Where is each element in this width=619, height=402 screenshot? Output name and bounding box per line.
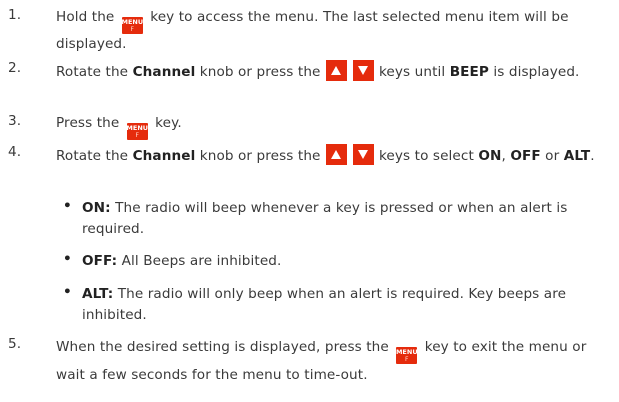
- up-arrow-key-icon: [325, 60, 347, 81]
- up-arrow-key-icon: [325, 144, 347, 165]
- bullet-off-text: OFF: All Beeps are inhibited.: [82, 253, 282, 269]
- step-number: 4.: [8, 144, 22, 160]
- bullet-alt-text: ALT: The radio will only beep when an al…: [82, 286, 567, 323]
- menu-key-icon: MENU F: [395, 347, 418, 365]
- down-arrow-key-icon: [352, 60, 374, 81]
- step-number: 5.: [8, 336, 22, 352]
- bullet-icon: •: [63, 198, 72, 214]
- step-number: 1.: [8, 7, 22, 23]
- bullet-icon: •: [63, 251, 72, 267]
- bullet-on-text: ON: The radio will beep whenever a key i…: [82, 200, 568, 237]
- bullet-icon: •: [63, 284, 72, 300]
- step-4-text: Rotate the Channel knob or press the key…: [56, 144, 611, 167]
- step-5-text: When the desired setting is displayed, p…: [56, 339, 587, 384]
- step-2-text: Rotate the Channel knob or press the key…: [56, 60, 611, 83]
- instruction-page: 1. Hold the MENU F key to access the menu…: [0, 0, 619, 402]
- step-number: 2.: [8, 60, 22, 76]
- menu-key-icon: MENU F: [121, 17, 144, 35]
- menu-key-icon: MENU F: [126, 123, 149, 141]
- step-number: 3.: [8, 113, 22, 129]
- down-arrow-key-icon: [352, 144, 374, 165]
- step-1-text: Hold the MENU F key to access the menu. T…: [56, 9, 569, 53]
- step-3-text: Press the MENU F key.: [56, 115, 182, 141]
